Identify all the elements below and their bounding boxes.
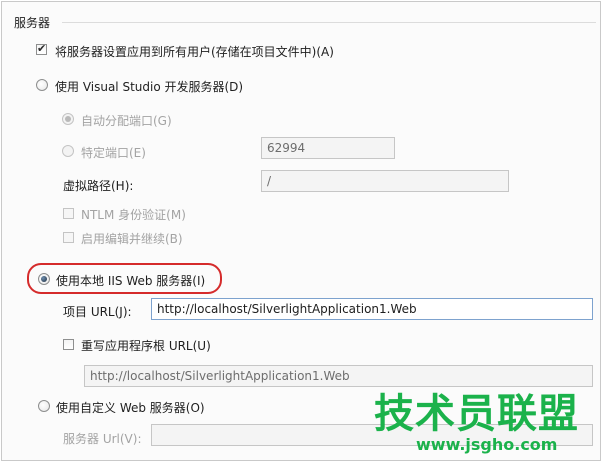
watermark-url: www.jsgho.com xyxy=(416,435,558,454)
specific-port-label: 特定端口(E) xyxy=(81,146,146,160)
server-url-label: 服务器 Url(V): xyxy=(63,432,142,446)
override-root-url-input[interactable]: http://localhost/SilverlightApplication1… xyxy=(84,365,593,387)
custom-web-server-label[interactable]: 使用自定义 Web 服务器(O) xyxy=(56,399,205,416)
ntlm-auth-label: NTLM 身份验证(M) xyxy=(81,208,186,222)
virtual-path-input[interactable]: / xyxy=(261,170,509,192)
ntlm-auth-checkbox[interactable] xyxy=(63,208,74,219)
site-watermark-logo: 技术员联盟 www.jsgho.com xyxy=(374,392,596,458)
section-title: 服务器 xyxy=(14,16,51,30)
specific-port-input[interactable]: 62994 xyxy=(261,137,395,159)
edit-and-continue-checkbox[interactable] xyxy=(63,232,74,243)
auto-assign-port-label: 自动分配端口(G) xyxy=(81,114,172,128)
section-divider xyxy=(62,22,596,23)
local-iis-server-radio[interactable] xyxy=(38,273,50,285)
vs-dev-server-label[interactable]: 使用 Visual Studio 开发服务器(D) xyxy=(55,78,243,95)
project-url-input[interactable]: http://localhost/SilverlightApplication1… xyxy=(151,298,593,320)
apply-all-users-label[interactable]: 将服务器设置应用到所有用户(存储在项目文件中)(A) xyxy=(55,43,334,60)
watermark-title: 技术员联盟 xyxy=(374,391,579,437)
apply-all-users-checkbox[interactable] xyxy=(36,42,47,55)
local-iis-server-label[interactable]: 使用本地 IIS Web 服务器(I) xyxy=(56,272,205,289)
auto-assign-port-radio[interactable] xyxy=(62,113,74,125)
project-url-label: 项目 URL(J): xyxy=(63,305,132,319)
edit-and-continue-label: 启用编辑并继续(B) xyxy=(81,232,183,246)
virtual-path-label: 虚拟路径(H): xyxy=(63,179,134,193)
override-root-url-label[interactable]: 重写应用程序根 URL(U) xyxy=(81,337,211,354)
specific-port-radio[interactable] xyxy=(62,145,74,157)
override-root-url-checkbox[interactable] xyxy=(63,339,74,350)
custom-web-server-radio[interactable] xyxy=(38,400,50,412)
vs-dev-server-radio[interactable] xyxy=(36,79,48,91)
